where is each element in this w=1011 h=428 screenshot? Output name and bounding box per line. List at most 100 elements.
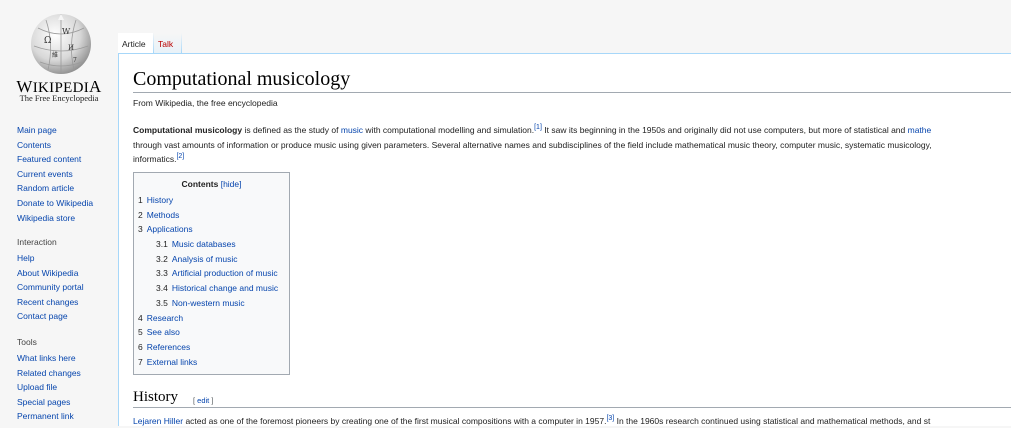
nav-item-main-page[interactable]: Main page (17, 123, 93, 138)
nav-link[interactable]: Current events (17, 169, 73, 179)
page-title: Computational musicology (133, 68, 351, 90)
toc-link[interactable]: Research (147, 313, 183, 323)
intro-paragraph: Computational musicology is defined as t… (133, 123, 1011, 167)
nav-item-featured-content[interactable]: Featured content (17, 152, 93, 167)
nav-link[interactable]: Wikipedia store (17, 213, 75, 223)
edit-section-link[interactable]: edit (197, 396, 209, 405)
toc-number: 6 (138, 341, 143, 352)
toc-number: 1 (138, 195, 143, 205)
toc-link[interactable]: References (147, 342, 190, 352)
nav-link[interactable]: Featured content (17, 154, 81, 164)
toc-heading: Contents (181, 179, 219, 189)
svg-text:7: 7 (73, 57, 77, 64)
nav-link[interactable]: Contents (17, 140, 51, 150)
nav-link[interactable]: Main page (17, 125, 57, 135)
nav-item-recent-changes[interactable]: Recent changes (17, 295, 84, 310)
toc-link[interactable]: Historical change and music (172, 283, 278, 293)
toc-number: 5 (138, 327, 143, 338)
toc-item[interactable]: 3.2 Analysis of music (138, 252, 278, 267)
nav-item-contents[interactable]: Contents (17, 138, 93, 153)
section-divider (133, 407, 1011, 408)
history-text: acted as one of the foremost pioneers by… (183, 416, 607, 426)
nav-item-upload-file[interactable]: Upload file (17, 380, 81, 395)
nav-link[interactable]: About Wikipedia (17, 268, 78, 278)
toc-item[interactable]: 3.3 Artificial production of music (138, 266, 278, 281)
toc-item[interactable]: 4 Research (138, 311, 278, 326)
nav-item-donate[interactable]: Donate to Wikipedia (17, 196, 93, 211)
nav-link[interactable]: Help (17, 253, 34, 263)
nav-link[interactable]: Recent changes (17, 297, 78, 307)
ref-link[interactable]: [1] (534, 124, 542, 131)
nav-item-store[interactable]: Wikipedia store (17, 211, 93, 226)
toc-link[interactable]: Non-western music (172, 298, 245, 308)
svg-text:Ω: Ω (44, 36, 51, 46)
toc-number: 3.2 (156, 253, 168, 264)
nav-link[interactable]: Related changes (17, 368, 81, 378)
toc-link[interactable]: Applications (147, 224, 193, 234)
ref-2[interactable]: [2] (176, 153, 184, 160)
intro-text: informatics. (133, 154, 177, 165)
intro-text: It saw its beginning in the 1950s and or… (541, 125, 908, 135)
toc-link[interactable]: Methods (147, 210, 180, 220)
intro-text: is defined as the study of (242, 125, 341, 135)
nav-link[interactable]: Contact page (17, 311, 68, 321)
ref-link[interactable]: [2] (176, 153, 184, 160)
wikipedia-globe-icon: Ω W И 維 7 (31, 14, 91, 74)
nav-item-random-article[interactable]: Random article (17, 181, 93, 196)
toc-link[interactable]: See also (147, 327, 180, 337)
toc-item[interactable]: 3 Applications (138, 222, 278, 237)
nav-item-help[interactable]: Help (17, 251, 84, 266)
nav-item-current-events[interactable]: Current events (17, 167, 93, 182)
article-content: Computational musicology From Wikipedia,… (118, 53, 1011, 426)
toc-number: 7 (138, 356, 143, 367)
toc-link[interactable]: External links (147, 357, 198, 367)
nav-link[interactable]: What links here (17, 353, 76, 363)
nav-link[interactable]: Random article (17, 183, 74, 193)
nav-item-special-pages[interactable]: Special pages (17, 395, 81, 410)
link-lejaren-hiller[interactable]: Lejaren Hiller (133, 416, 183, 426)
page-tabs: Article Talk (118, 33, 1011, 53)
link-music[interactable]: music (341, 125, 363, 135)
nav-item-contact-page[interactable]: Contact page (17, 309, 84, 324)
nav-link[interactable]: Donate to Wikipedia (17, 198, 93, 208)
toc-item[interactable]: 2 Methods (138, 208, 278, 223)
nav-link[interactable]: Permanent link (17, 411, 74, 421)
tab-separator (181, 33, 182, 53)
nav-item-about[interactable]: About Wikipedia (17, 266, 84, 281)
intro-text: with computational modelling and simulat… (363, 125, 535, 135)
nav-item-community-portal[interactable]: Community portal (17, 280, 84, 295)
edit-section: [ edit ] (193, 396, 213, 405)
toc-number: 3 (138, 224, 143, 235)
nav-link[interactable]: Upload file (17, 382, 57, 392)
toc-hide-toggle[interactable]: [hide] (221, 179, 242, 189)
toc-item[interactable]: 6 References (138, 340, 278, 355)
toc-link[interactable]: History (147, 195, 173, 205)
toc-link[interactable]: Artificial production of music (172, 268, 278, 278)
site-sub: From Wikipedia, the free encyclopedia (133, 98, 278, 108)
toc-item[interactable]: 7 External links (138, 355, 278, 370)
toc-link[interactable]: Analysis of music (172, 254, 238, 264)
tab-article[interactable]: Article (118, 33, 153, 53)
toc-number: 3.4 (156, 283, 168, 294)
toc-link[interactable]: Music databases (172, 239, 236, 249)
nav-link[interactable]: Community portal (17, 282, 84, 292)
interaction-nav: Help About Wikipedia Community portal Re… (17, 251, 84, 324)
toc-item[interactable]: 3.4 Historical change and music (138, 281, 278, 296)
svg-text:W: W (62, 27, 71, 36)
sidebar: Ω W И 維 7 WIKIPEDIA The Free Encyclopedi… (0, 0, 118, 426)
nav-item-what-links-here[interactable]: What links here (17, 351, 81, 366)
link-mathematics[interactable]: mathe (908, 125, 932, 135)
tab-talk[interactable]: Talk (154, 33, 181, 53)
toc-item[interactable]: 3.1 Music databases (138, 237, 278, 252)
toc-item[interactable]: 3.5 Non-western music (138, 296, 278, 311)
ref-1[interactable]: [1] (534, 124, 542, 131)
toc-item[interactable]: 5 See also (138, 325, 278, 340)
title-divider (133, 92, 1011, 93)
nav-link[interactable]: Special pages (17, 397, 70, 407)
nav-item-related-changes[interactable]: Related changes (17, 366, 81, 381)
history-text: In the 1960s research continued using st… (614, 416, 931, 426)
nav-item-permanent-link[interactable]: Permanent link (17, 409, 81, 424)
interaction-heading: Interaction (17, 237, 57, 247)
toc-item[interactable]: 1 History (138, 193, 278, 208)
svg-text:И: И (68, 44, 74, 52)
